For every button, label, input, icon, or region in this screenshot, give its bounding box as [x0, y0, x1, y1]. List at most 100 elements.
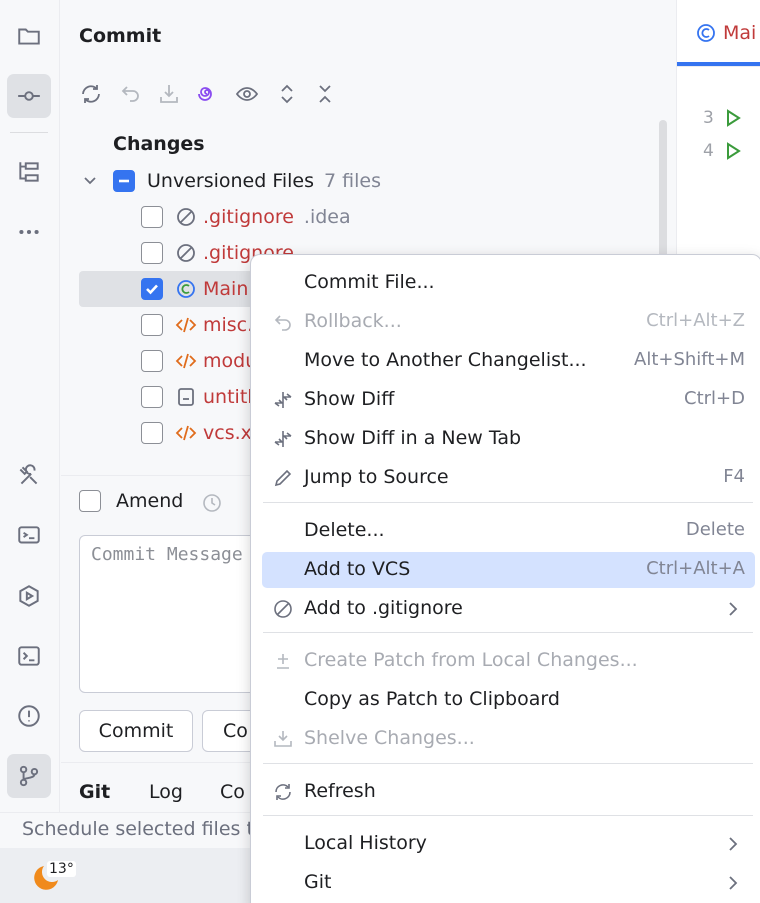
menu-item-local-history[interactable]: Local History: [262, 826, 755, 862]
menu-item-label: Local History: [304, 832, 427, 854]
ignored-icon: [175, 206, 197, 228]
file-row[interactable]: modu: [141, 343, 257, 379]
chevron-right-icon: [725, 600, 741, 618]
file-location: .idea: [303, 206, 351, 228]
menu-item-label: Git: [304, 871, 332, 893]
menu-separator: [263, 632, 753, 633]
expand-all-button[interactable]: [273, 80, 301, 108]
history-icon[interactable]: [201, 492, 223, 514]
rollback-button[interactable]: [117, 80, 145, 108]
group-label: Unversioned Files: [147, 170, 315, 192]
menu-item-jump-to-source[interactable]: Jump to Source F4: [262, 460, 755, 496]
file-row[interactable]: misc.: [141, 307, 253, 343]
terminal-icon: [18, 646, 40, 666]
menu-item-shortcut: F4: [723, 466, 745, 487]
tree-scrollbar[interactable]: [659, 120, 667, 260]
tab-git[interactable]: Git: [79, 781, 110, 803]
menu-item-shelve-changes[interactable]: Shelve Changes...: [262, 721, 755, 757]
editor-tab-main[interactable]: Mai: [695, 22, 756, 44]
temperature-label: 13°: [47, 861, 76, 877]
file-checkbox[interactable]: [141, 206, 163, 228]
problems-tool-button[interactable]: [7, 694, 51, 738]
menu-item-add-to-vcs[interactable]: Add to VCS Ctrl+Alt+A: [262, 552, 755, 588]
xml-icon: [175, 422, 197, 444]
menu-item-label: Add to .gitignore: [304, 597, 463, 619]
menu-item-show-diff[interactable]: Show Diff Ctrl+D: [262, 382, 755, 418]
structure-tool-button[interactable]: [7, 150, 51, 194]
commit-tool-button[interactable]: [7, 74, 51, 118]
ignored-icon: [272, 598, 294, 620]
menu-item-create-patch-from-local-changes[interactable]: Create Patch from Local Changes...: [262, 643, 755, 679]
refresh-icon: [82, 85, 100, 103]
eye-icon: [235, 87, 259, 101]
run-gutter-icon[interactable]: [723, 141, 743, 161]
line-number: 4: [703, 141, 714, 161]
collapse-all-button[interactable]: [311, 80, 339, 108]
status-text: Schedule selected files to: [22, 818, 266, 840]
file-checkbox[interactable]: [141, 242, 163, 264]
menu-item-copy-as-patch-to-clipboard[interactable]: Copy as Patch to Clipboard: [262, 682, 755, 718]
spiral-icon: [198, 87, 212, 101]
git-tool-button[interactable]: [7, 754, 51, 798]
file-row[interactable]: vcs.x: [141, 415, 252, 451]
view-options-button[interactable]: [233, 80, 261, 108]
terminal-tool-button[interactable]: [7, 634, 51, 678]
file-checkbox[interactable]: [141, 422, 163, 444]
ai-assistant-button[interactable]: [193, 80, 221, 108]
refresh-icon: [272, 781, 294, 803]
menu-item-show-diff-in-a-new-tab[interactable]: Show Diff in a New Tab: [262, 421, 755, 457]
menu-item-refresh[interactable]: Refresh: [262, 774, 755, 810]
file-name: untitl: [203, 386, 253, 408]
run-console-tool-button[interactable]: [7, 514, 51, 558]
tab-log[interactable]: Log: [149, 781, 183, 803]
changes-heading: Changes: [113, 133, 205, 155]
menu-separator: [263, 815, 753, 816]
file-checkbox[interactable]: [141, 386, 163, 408]
menu-item-shortcut: Ctrl+Alt+A: [646, 558, 745, 579]
menu-item-add-to-gitignore[interactable]: Add to .gitignore: [262, 591, 755, 627]
xml-icon: [175, 314, 197, 336]
group-checkbox[interactable]: [113, 170, 135, 192]
file-checkbox[interactable]: [141, 350, 163, 372]
file-name: .gitignore: [203, 206, 294, 228]
menu-item-shortcut: Ctrl+D: [684, 388, 745, 409]
menu-item-git[interactable]: Git: [262, 865, 755, 901]
ignored-icon: [175, 242, 197, 264]
run-gutter-icon[interactable]: [723, 108, 743, 128]
structure-icon: [19, 162, 39, 182]
project-tool-button[interactable]: [7, 14, 51, 58]
menu-item-label: Shelve Changes...: [304, 727, 475, 749]
menu-item-label: Delete...: [304, 519, 385, 541]
chevron-right-icon: [725, 874, 741, 892]
menu-item-delete[interactable]: Delete... Delete: [262, 513, 755, 549]
services-tool-button[interactable]: [7, 454, 51, 498]
console-icon: [18, 526, 40, 544]
chevron-down-icon[interactable]: [81, 172, 99, 190]
file-row[interactable]: untitl: [141, 379, 253, 415]
menu-item-rollback[interactable]: Rollback... Ctrl+Alt+Z: [262, 304, 755, 340]
menu-item-label: Create Patch from Local Changes...: [304, 649, 638, 671]
file-checkbox[interactable]: [141, 278, 163, 300]
line-number: 3: [703, 108, 714, 128]
context-menu: Commit File... Rollback... Ctrl+Alt+Z Move …: [250, 254, 760, 903]
commit-button[interactable]: Commit: [79, 710, 193, 752]
more-tools-button[interactable]: [7, 210, 51, 254]
tab-console[interactable]: Co: [220, 781, 245, 803]
refresh-button[interactable]: [77, 80, 105, 108]
menu-item-shortcut: Ctrl+Alt+Z: [646, 310, 745, 331]
menu-item-shortcut: Delete: [685, 519, 745, 540]
menu-item-commit-file[interactable]: Commit File...: [262, 265, 755, 301]
run-tool-button[interactable]: [7, 574, 51, 618]
update-button[interactable]: [155, 80, 183, 108]
file-row[interactable]: Main.: [79, 271, 269, 307]
menu-item-label: Show Diff: [304, 388, 395, 410]
file-checkbox[interactable]: [141, 314, 163, 336]
unversioned-group-row[interactable]: Unversioned Files 7 files: [81, 163, 381, 199]
file-row[interactable]: .gitignore .idea: [141, 199, 351, 235]
undo-icon: [272, 311, 294, 333]
amend-checkbox[interactable]: [79, 490, 101, 512]
amend-label: Amend: [116, 490, 184, 512]
commit-message-placeholder: Commit Message: [91, 544, 243, 565]
menu-item-move-to-another-changelist[interactable]: Move to Another Changelist... Alt+Shift+M: [262, 343, 755, 379]
diff-icon: [272, 428, 294, 450]
